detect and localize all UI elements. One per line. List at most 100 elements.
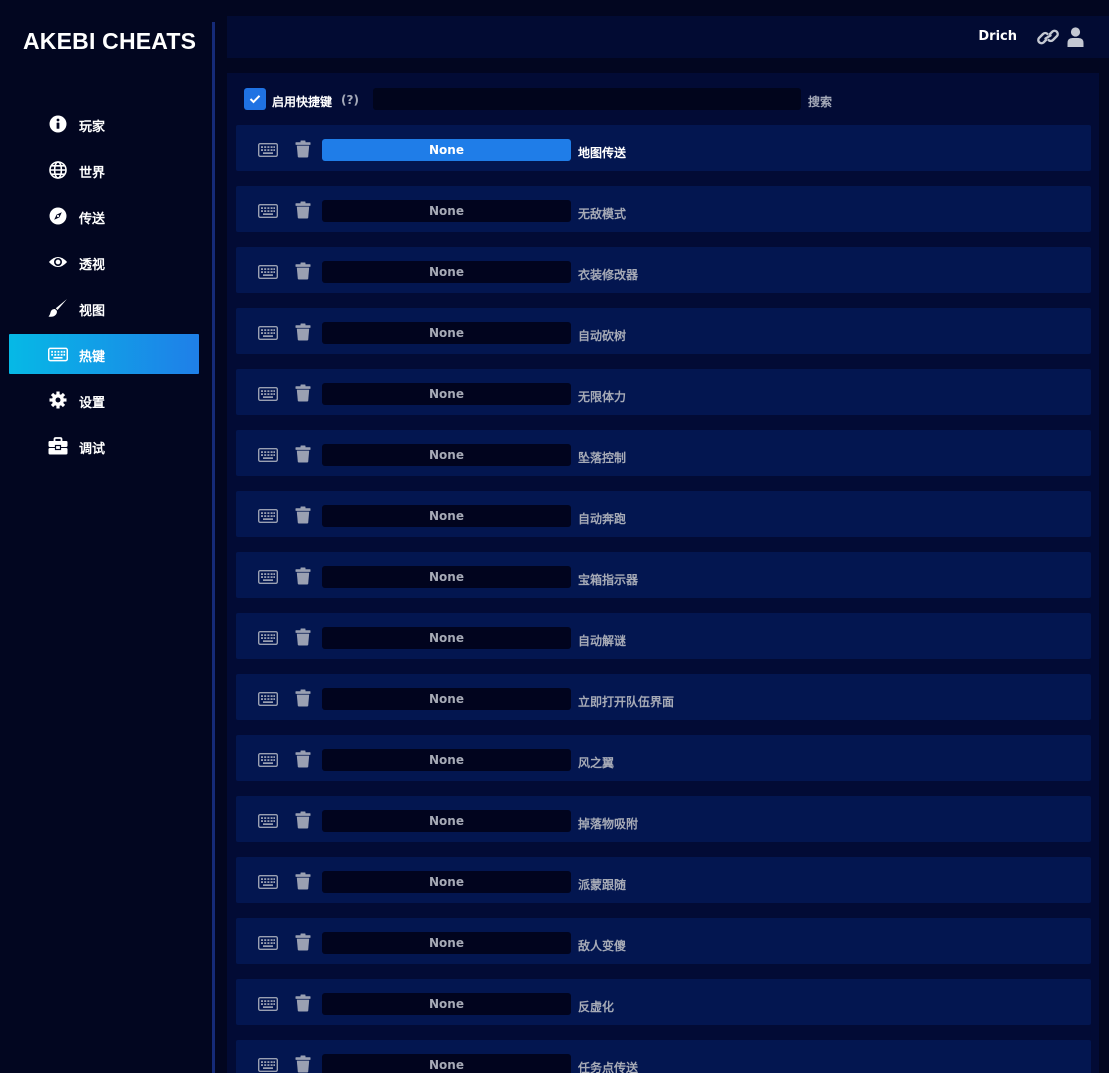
sidebar-item-2[interactable]: 传送 <box>9 196 199 236</box>
keyboard-icon[interactable] <box>257 691 279 707</box>
hotkey-binding-button[interactable]: None <box>322 749 571 771</box>
hotkey-list: None 地图传送 None 无敌模式 None 衣装修改器 None 自动砍树 None 无限体… <box>236 125 1091 1073</box>
hotkey-binding-button[interactable]: None <box>322 383 571 405</box>
sidebar-item-4[interactable]: 视图 <box>9 288 199 328</box>
trash-icon[interactable] <box>295 872 311 890</box>
sidebar-item-0[interactable]: 玩家 <box>9 104 199 144</box>
trash-icon[interactable] <box>295 506 311 524</box>
hotkey-row: None 立即打开队伍界面 <box>236 674 1091 720</box>
enable-hotkeys-label: 启用快捷键 <box>272 95 333 109</box>
trash-icon[interactable] <box>295 689 311 707</box>
keyboard-icon[interactable] <box>257 569 279 585</box>
trash-icon[interactable] <box>295 384 311 402</box>
trash-icon[interactable] <box>295 323 311 341</box>
sidebar-item-5[interactable]: 热键 <box>9 334 199 374</box>
checkmark-icon <box>249 95 261 104</box>
sidebar-item-label: 透视 <box>79 258 106 273</box>
sidebar-item-6[interactable]: 设置 <box>9 380 199 420</box>
hotkey-binding-button[interactable]: None <box>322 993 571 1015</box>
username: Drich <box>978 29 1017 44</box>
keyboard-icon[interactable] <box>257 935 279 951</box>
keyboard-icon[interactable] <box>257 630 279 646</box>
keyboard-icon[interactable] <box>257 996 279 1012</box>
sidebar-item-label: 设置 <box>79 396 106 411</box>
keyboard-icon[interactable] <box>257 142 279 158</box>
help-marker[interactable]: (?) <box>341 93 359 107</box>
trash-icon[interactable] <box>295 628 311 646</box>
eye-icon <box>48 252 68 272</box>
hotkeys-toolbar: 启用快捷键 (?) 搜索 <box>227 73 1099 125</box>
trash-icon[interactable] <box>295 140 311 158</box>
hotkey-name: 地图传送 <box>578 146 627 160</box>
sidebar-item-7[interactable]: 调试 <box>9 426 199 466</box>
trash-icon[interactable] <box>295 1055 311 1073</box>
hotkey-name: 自动奔跑 <box>578 512 627 526</box>
sidebar-item-label: 世界 <box>79 166 106 181</box>
enable-hotkeys-checkbox[interactable] <box>244 88 266 110</box>
sidebar-item-1[interactable]: 世界 <box>9 150 199 190</box>
trash-icon[interactable] <box>295 750 311 768</box>
hotkey-name: 无敌模式 <box>578 207 627 221</box>
hotkey-binding-button[interactable]: None <box>322 871 571 893</box>
hotkey-binding-button[interactable]: None <box>322 322 571 344</box>
trash-icon[interactable] <box>295 994 311 1012</box>
keyboard-icon[interactable] <box>257 203 279 219</box>
hotkey-binding-button[interactable]: None <box>322 200 571 222</box>
hotkey-row: None 反虚化 <box>236 979 1091 1025</box>
hotkey-binding-button[interactable]: None <box>322 932 571 954</box>
keyboard-icon[interactable] <box>257 752 279 768</box>
trash-icon[interactable] <box>295 445 311 463</box>
hotkey-binding-button[interactable]: None <box>322 1054 571 1073</box>
hotkey-row: None 地图传送 <box>236 125 1091 171</box>
keyboard-icon <box>48 344 68 364</box>
hotkey-name: 衣装修改器 <box>578 268 639 282</box>
sidebar-item-label: 玩家 <box>79 120 106 135</box>
hotkey-row: None 敌人变傻 <box>236 918 1091 964</box>
hotkey-binding-button[interactable]: None <box>322 444 571 466</box>
trash-icon[interactable] <box>295 201 311 219</box>
keyboard-icon[interactable] <box>257 1057 279 1073</box>
toolbox-icon <box>48 436 68 456</box>
search-input[interactable] <box>373 88 801 110</box>
sidebar-item-label: 传送 <box>79 212 106 227</box>
hotkey-binding-button[interactable]: None <box>322 688 571 710</box>
hotkey-row: None 衣装修改器 <box>236 247 1091 293</box>
sidebar-item-3[interactable]: 透视 <box>9 242 199 282</box>
sidebar-nav: 玩家世界传送透视视图热键设置调试 <box>9 104 199 472</box>
search-label: 搜索 <box>808 95 833 109</box>
paintbrush-icon <box>48 298 68 318</box>
trash-icon[interactable] <box>295 811 311 829</box>
hotkey-name: 掉落物吸附 <box>578 817 639 831</box>
user-icon[interactable] <box>1067 27 1084 47</box>
keyboard-icon[interactable] <box>257 508 279 524</box>
hotkey-row: None 任务点传送 <box>236 1040 1091 1073</box>
app-window: AKEBI CHEATS 玩家 世界 传送 透视 视图 热键 设置 调试 Drich 启用快捷 <box>0 0 1109 1073</box>
hotkey-name: 自动解谜 <box>578 634 627 648</box>
hotkey-binding-button[interactable]: None <box>322 627 571 649</box>
hotkey-row: None 无限体力 <box>236 369 1091 415</box>
sidebar-divider[interactable] <box>212 22 215 1073</box>
keyboard-icon[interactable] <box>257 874 279 890</box>
link-icon[interactable] <box>1037 28 1059 46</box>
hotkey-binding-button[interactable]: None <box>322 566 571 588</box>
hotkey-binding-button[interactable]: None <box>322 810 571 832</box>
hotkey-name: 任务点传送 <box>578 1061 639 1073</box>
hotkey-name: 宝箱指示器 <box>578 573 639 587</box>
hotkey-name: 坠落控制 <box>578 451 627 465</box>
keyboard-icon[interactable] <box>257 386 279 402</box>
header-bar: Drich <box>227 16 1109 58</box>
keyboard-icon[interactable] <box>257 447 279 463</box>
hotkey-row: None 派蒙跟随 <box>236 857 1091 903</box>
hotkey-binding-button[interactable]: None <box>322 139 571 161</box>
hotkey-binding-button[interactable]: None <box>322 505 571 527</box>
hotkey-name: 敌人变傻 <box>578 939 627 953</box>
hotkey-row: None 自动奔跑 <box>236 491 1091 537</box>
trash-icon[interactable] <box>295 567 311 585</box>
keyboard-icon[interactable] <box>257 264 279 280</box>
keyboard-icon[interactable] <box>257 813 279 829</box>
trash-icon[interactable] <box>295 262 311 280</box>
globe-icon <box>48 160 68 180</box>
keyboard-icon[interactable] <box>257 325 279 341</box>
hotkey-binding-button[interactable]: None <box>322 261 571 283</box>
trash-icon[interactable] <box>295 933 311 951</box>
